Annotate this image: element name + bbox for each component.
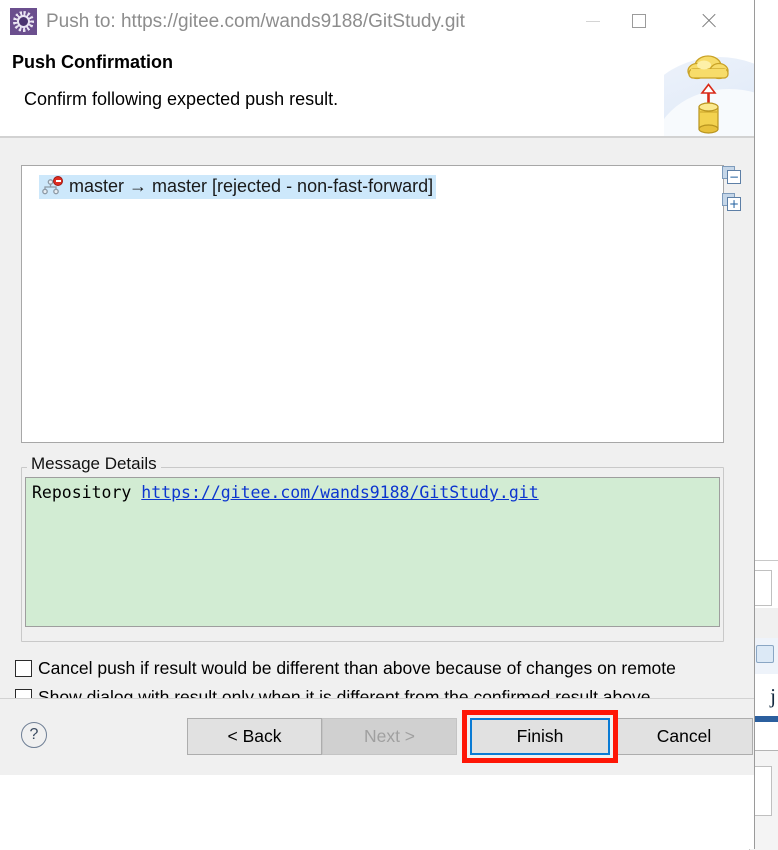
dialog-header: Push Confirmation Confirm following expe…: [0, 45, 754, 137]
cloud-upload-database-icon: [664, 45, 754, 136]
window-title: Push to: https://gitee.com/wands9188/Git…: [46, 11, 465, 32]
collapse-all-glyph: −: [727, 170, 741, 184]
tree-item-label: master → master [rejected - non-fast-for…: [69, 176, 434, 196]
maximize-icon: [632, 14, 646, 28]
page-title: Push Confirmation: [12, 52, 173, 72]
expand-all-glyph: +: [727, 197, 741, 211]
repository-link[interactable]: https://gitee.com/wands9188/GitStudy.git: [141, 483, 538, 502]
message-details-label: Message Details: [27, 454, 161, 474]
dialog-footer: ? < Back Next > Finish Cancel: [0, 698, 754, 775]
help-icon[interactable]: ?: [21, 722, 47, 748]
collapse-all-icon[interactable]: −: [722, 166, 742, 186]
background-chip: [756, 645, 774, 663]
branch-error-icon: [41, 176, 63, 196]
tree-item-master-push[interactable]: master → master [rejected - non-fast-for…: [39, 175, 437, 199]
minimize-button[interactable]: [570, 0, 616, 42]
checkbox-cancel-push[interactable]: [15, 660, 32, 677]
repository-prefix: Repository: [32, 483, 142, 502]
dialog-content: master → master [rejected - non-fast-for…: [0, 138, 754, 775]
eclipse-gear-icon: [10, 8, 37, 35]
option-cancel-push-row[interactable]: Cancel push if result would be different…: [15, 658, 676, 679]
finish-button[interactable]: Finish: [470, 718, 610, 755]
option-cancel-push-label: Cancel push if result would be different…: [38, 658, 676, 678]
message-details-group: Message Details Repository https://gitee…: [21, 454, 724, 642]
minimize-icon: [586, 20, 600, 22]
title-bar: Push to: https://gitee.com/wands9188/Git…: [0, 0, 754, 45]
maximize-button[interactable]: [616, 0, 662, 42]
page-subtitle: Confirm following expected push result.: [24, 89, 339, 109]
close-button[interactable]: [686, 0, 732, 42]
tree-toolbar: − +: [719, 166, 745, 213]
push-result-tree[interactable]: master → master [rejected - non-fast-for…: [21, 165, 724, 443]
close-icon: [700, 12, 718, 30]
cancel-button[interactable]: Cancel: [615, 718, 753, 755]
error-badge-icon: [53, 176, 63, 186]
message-details-text[interactable]: Repository https://gitee.com/wands9188/G…: [25, 477, 720, 627]
back-button[interactable]: < Back: [187, 718, 322, 755]
next-button: Next >: [322, 718, 457, 755]
expand-all-icon[interactable]: +: [722, 193, 742, 213]
push-confirmation-dialog: Push to: https://gitee.com/wands9188/Git…: [0, 0, 755, 849]
background-text: j: [770, 684, 776, 708]
